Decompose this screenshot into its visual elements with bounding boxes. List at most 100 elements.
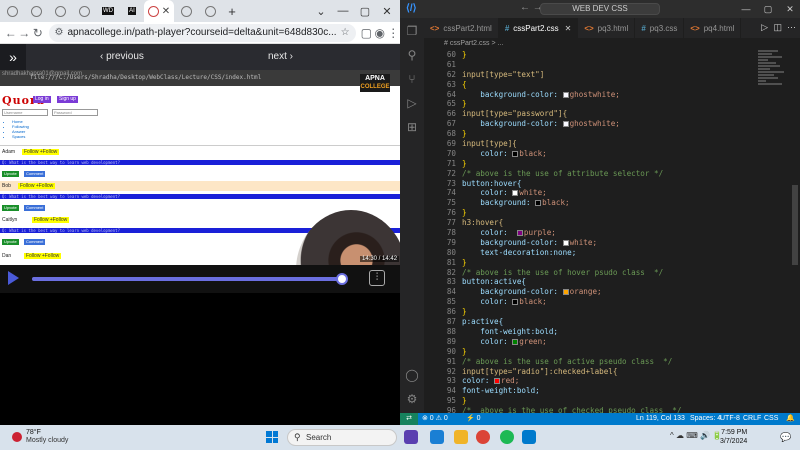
code-text[interactable]: background-color: ghostwhite; <box>462 119 620 129</box>
code-line[interactable]: 95} <box>424 396 800 406</box>
code-line[interactable]: 92 input[type="radio"]:checked+label{ <box>424 367 800 377</box>
taskbar-search[interactable]: ⚲ Search <box>287 429 397 446</box>
color-swatch-icon[interactable] <box>512 338 519 345</box>
code-line[interactable]: 88 font-weight:bold; <box>424 327 800 337</box>
problems-status[interactable]: ⊗ 0 ⚠ 0 <box>422 413 448 425</box>
code-text[interactable]: } <box>462 129 467 139</box>
code-line[interactable]: 93 color: red; <box>424 376 800 386</box>
account-icon[interactable]: ◯ <box>405 368 419 382</box>
browser-tab-8[interactable] <box>174 0 198 22</box>
color-swatch-icon[interactable] <box>512 150 519 157</box>
play-icon[interactable] <box>8 271 19 285</box>
color-swatch-icon[interactable] <box>562 289 569 296</box>
code-line[interactable]: 85 color: black; <box>424 297 800 307</box>
code-line[interactable]: 81} <box>424 258 800 268</box>
code-text[interactable]: } <box>462 307 467 317</box>
menu-chevron-icon[interactable]: » <box>0 44 26 70</box>
code-text[interactable]: } <box>462 159 467 169</box>
ports-status[interactable]: ⚡ 0 <box>466 413 481 425</box>
indentation-status[interactable]: Spaces: 4 <box>690 413 721 425</box>
code-line[interactable]: 70 color: black; <box>424 149 800 159</box>
code-editor[interactable]: 60} 61 62 input[type="text"] 63{64 backgroun… <box>424 50 800 415</box>
code-text[interactable]: color: green; <box>462 337 546 347</box>
tab-csspart2-css[interactable]: # cssPart2.css ✕ <box>498 18 579 38</box>
minimize-button[interactable]: — <box>332 0 354 22</box>
code-text[interactable]: background-color: orange; <box>462 287 601 297</box>
code-text[interactable]: background-color: white; <box>462 238 597 248</box>
maximize-button[interactable]: ▢ <box>354 0 376 22</box>
weather-widget[interactable]: 78°F Mostly cloudy <box>12 429 68 445</box>
color-swatch-icon[interactable] <box>494 378 501 385</box>
task-view-icon[interactable] <box>404 430 418 444</box>
previous-link[interactable]: ‹ previous <box>100 51 144 62</box>
explorer-icon[interactable]: ❐ <box>405 24 419 38</box>
close-icon[interactable]: ✕ <box>565 24 572 33</box>
color-swatch-icon[interactable] <box>535 200 542 207</box>
code-text[interactable]: font-weight:bold; <box>462 386 540 396</box>
code-line[interactable]: 72 /* above is the use of attribute selec… <box>424 169 800 179</box>
color-swatch-icon[interactable] <box>562 91 569 98</box>
color-swatch-icon[interactable] <box>562 121 569 128</box>
forward-icon[interactable]: → <box>18 26 32 40</box>
browser-tab-4[interactable] <box>72 0 96 22</box>
code-line[interactable]: 77 h3:hover{ <box>424 218 800 228</box>
code-text[interactable]: } <box>462 347 467 357</box>
tab-search-button[interactable]: ⌄ <box>310 0 332 22</box>
code-text[interactable]: } <box>462 50 467 60</box>
code-line[interactable]: 74 color: white; <box>424 188 800 198</box>
clock[interactable]: 7:59 PM 3/7/2024 <box>720 428 747 446</box>
eol-status[interactable]: CRLF <box>743 413 761 425</box>
code-line[interactable]: 91 /* above is the use of active pseudo c… <box>424 357 800 367</box>
reload-icon[interactable]: ↻ <box>31 26 45 40</box>
url-field[interactable]: ⚙ apnacollege.in/path-player?courseid=de… <box>48 23 356 42</box>
code-text[interactable]: /* above is the use of hover psudo class… <box>462 268 663 278</box>
code-line[interactable]: 62 input[type="text"] <box>424 70 800 80</box>
vscode-maximize-button[interactable]: ▢ <box>758 0 778 18</box>
vscode-minimize-button[interactable]: — <box>736 0 756 18</box>
color-swatch-icon[interactable] <box>512 190 519 197</box>
code-text[interactable]: input[type="radio"]:checked+label{ <box>462 367 617 377</box>
cursor-position[interactable]: Ln 119, Col 133 <box>636 413 685 425</box>
new-tab-button[interactable]: + <box>222 4 242 19</box>
code-line[interactable]: 64 background-color: ghostwhite; <box>424 90 800 100</box>
code-text[interactable]: color: purple; <box>462 228 556 238</box>
extensions-icon[interactable]: ▢ <box>360 26 374 40</box>
run-icon[interactable]: ▷ <box>761 22 768 33</box>
profile-icon[interactable]: ◉ <box>373 26 387 40</box>
code-text[interactable]: input[type]{ <box>462 139 517 149</box>
close-tab-icon[interactable]: ✕ <box>162 6 170 17</box>
code-text[interactable]: /* above is the use of attribute selecto… <box>462 169 663 179</box>
code-text[interactable]: input[type="password"]{ <box>462 109 567 119</box>
code-text[interactable]: } <box>462 258 467 268</box>
vscode-close-button[interactable]: ✕ <box>780 0 800 18</box>
browser-tab-5[interactable]: WD <box>96 0 120 22</box>
video-frame[interactable]: shradhakhapra01@gmail.com file:///C:/Use… <box>0 70 400 265</box>
code-text[interactable]: button:active{ <box>462 277 526 287</box>
browser-tab-6[interactable]: AI <box>120 0 144 22</box>
code-text[interactable]: input[type="text"] <box>462 70 544 80</box>
language-mode[interactable]: CSS <box>764 413 778 425</box>
remote-icon[interactable]: ⇄ <box>400 413 418 425</box>
code-text[interactable]: color: black; <box>462 149 546 159</box>
code-text[interactable]: { <box>462 80 467 90</box>
tab-pq3-html[interactable]: <> pq3.html <box>578 18 636 38</box>
code-line[interactable]: 67 background-color: ghostwhite; <box>424 119 800 129</box>
code-text[interactable]: } <box>462 208 467 218</box>
code-text[interactable]: text-decoration:none; <box>462 248 576 258</box>
bookmark-star-icon[interactable]: ☆ <box>341 27 350 38</box>
settings-sliders-icon[interactable]: ⫶ <box>369 270 385 286</box>
breadcrumb[interactable]: # cssPart2.css > ... <box>424 38 800 50</box>
code-text[interactable]: color: black; <box>462 297 546 307</box>
color-swatch-icon[interactable] <box>512 299 519 306</box>
code-text[interactable]: background-color: ghostwhite; <box>462 90 620 100</box>
more-actions-icon[interactable]: ⋯ <box>787 22 796 33</box>
file-explorer-icon[interactable] <box>454 430 468 444</box>
code-line[interactable]: 90} <box>424 347 800 357</box>
code-line[interactable]: 63 { <box>424 80 800 90</box>
code-line[interactable]: 65} <box>424 99 800 109</box>
site-info-icon[interactable]: ⚙ <box>55 27 64 38</box>
code-line[interactable]: 68} <box>424 129 800 139</box>
code-line[interactable]: 83 button:active{ <box>424 277 800 287</box>
code-line[interactable]: 60} <box>424 50 800 60</box>
seek-bar[interactable] <box>32 273 348 285</box>
